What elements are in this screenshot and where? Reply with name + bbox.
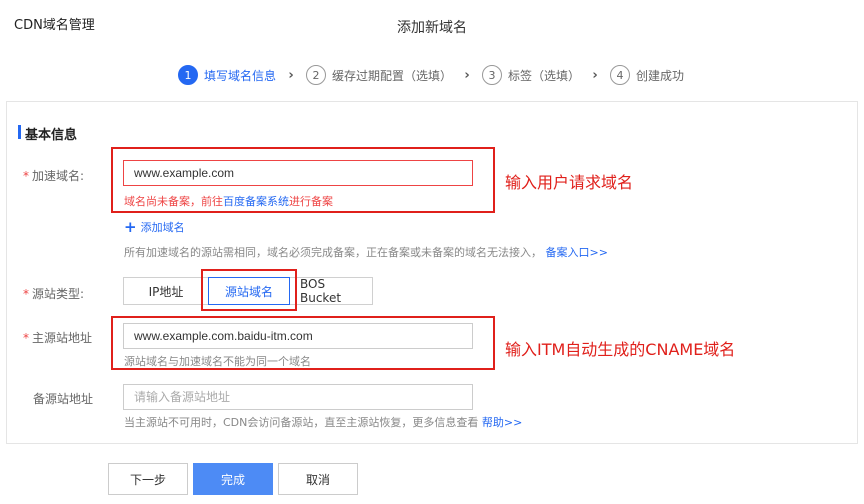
next-button[interactable]: 下一步 [108, 463, 188, 495]
domain-annotation-box [111, 147, 495, 213]
backup-origin-label: 备源站地址 [33, 392, 94, 406]
section-accent-bar [18, 125, 21, 139]
step-2: 2 缓存过期配置（选填） [306, 65, 452, 85]
domain-hint: 所有加速域名的源站需相同，域名必须完成备案，正在备案或未备案的域名无法接入， 备… [124, 244, 608, 260]
plus-icon: + [124, 217, 137, 236]
origin-type-domain-button[interactable]: 源站域名 [208, 277, 290, 305]
required-mark: * [23, 287, 29, 301]
required-mark: * [23, 169, 29, 183]
step-number: 4 [610, 65, 631, 85]
origin-type-label: * 源站类型: [23, 285, 84, 302]
origin-annotation-text: 输入ITM自动生成的CNAME域名 [505, 340, 736, 359]
chevron-right-icon: › [464, 67, 470, 83]
step-number: 1 [178, 65, 198, 85]
step-4: 4 创建成功 [610, 65, 684, 85]
step-1: 1 填写域名信息 [178, 65, 276, 85]
backup-origin-hint: 当主源站不可用时，CDN会访问备源站，直至主源站恢复，更多信息查看 帮助>> [124, 414, 522, 430]
origin-type-bos-button[interactable]: BOS Bucket [289, 277, 373, 305]
chevron-right-icon: › [592, 67, 598, 83]
beian-entry-link[interactable]: 备案入口>> [546, 246, 608, 259]
required-mark: * [23, 331, 29, 345]
step-label: 缓存过期配置（选填） [332, 68, 453, 83]
origin-type-selector: IP地址 源站域名 BOS Bucket [123, 277, 373, 305]
step-3: 3 标签（选填） [482, 65, 580, 85]
step-indicator: 1 填写域名信息 › 2 缓存过期配置（选填） › 3 标签（选填） › 4 创… [178, 64, 684, 86]
backup-origin-input[interactable]: 请输入备源站地址 [123, 384, 473, 410]
domain-label-text: 加速域名: [32, 169, 85, 183]
section-title: 基本信息 [25, 128, 78, 143]
origin-type-label-text: 源站类型: [32, 287, 85, 301]
cancel-button[interactable]: 取消 [278, 463, 358, 495]
origin-annotation-box [111, 316, 495, 370]
page-title: 添加新域名 [397, 20, 467, 36]
top-bar: CDN域名管理 添加新域名 [0, 0, 864, 50]
add-domain-link[interactable]: + 添加域名 [124, 219, 185, 235]
domain-hint-text: 所有加速域名的源站需相同，域名必须完成备案，正在备案或未备案的域名无法接入， [124, 246, 542, 259]
primary-origin-label-text: 主源站地址 [32, 331, 93, 345]
step-label: 填写域名信息 [204, 68, 277, 83]
primary-origin-label: * 主源站地址 [23, 329, 92, 346]
origin-type-ip-button[interactable]: IP地址 [123, 277, 209, 305]
domain-label: * 加速域名: [23, 167, 84, 184]
chevron-right-icon: › [288, 67, 294, 83]
step-label: 创建成功 [636, 68, 685, 83]
help-link[interactable]: 帮助>> [482, 416, 522, 429]
finish-button[interactable]: 完成 [193, 463, 273, 495]
step-number: 2 [306, 65, 327, 85]
step-label: 标签（选填） [508, 68, 581, 83]
backup-origin-hint-text: 当主源站不可用时，CDN会访问备源站，直至主源站恢复，更多信息查看 [124, 416, 479, 429]
add-domain-label: 添加域名 [140, 221, 185, 234]
domain-annotation-text: 输入用户请求域名 [505, 173, 634, 192]
step-number: 3 [482, 65, 503, 85]
